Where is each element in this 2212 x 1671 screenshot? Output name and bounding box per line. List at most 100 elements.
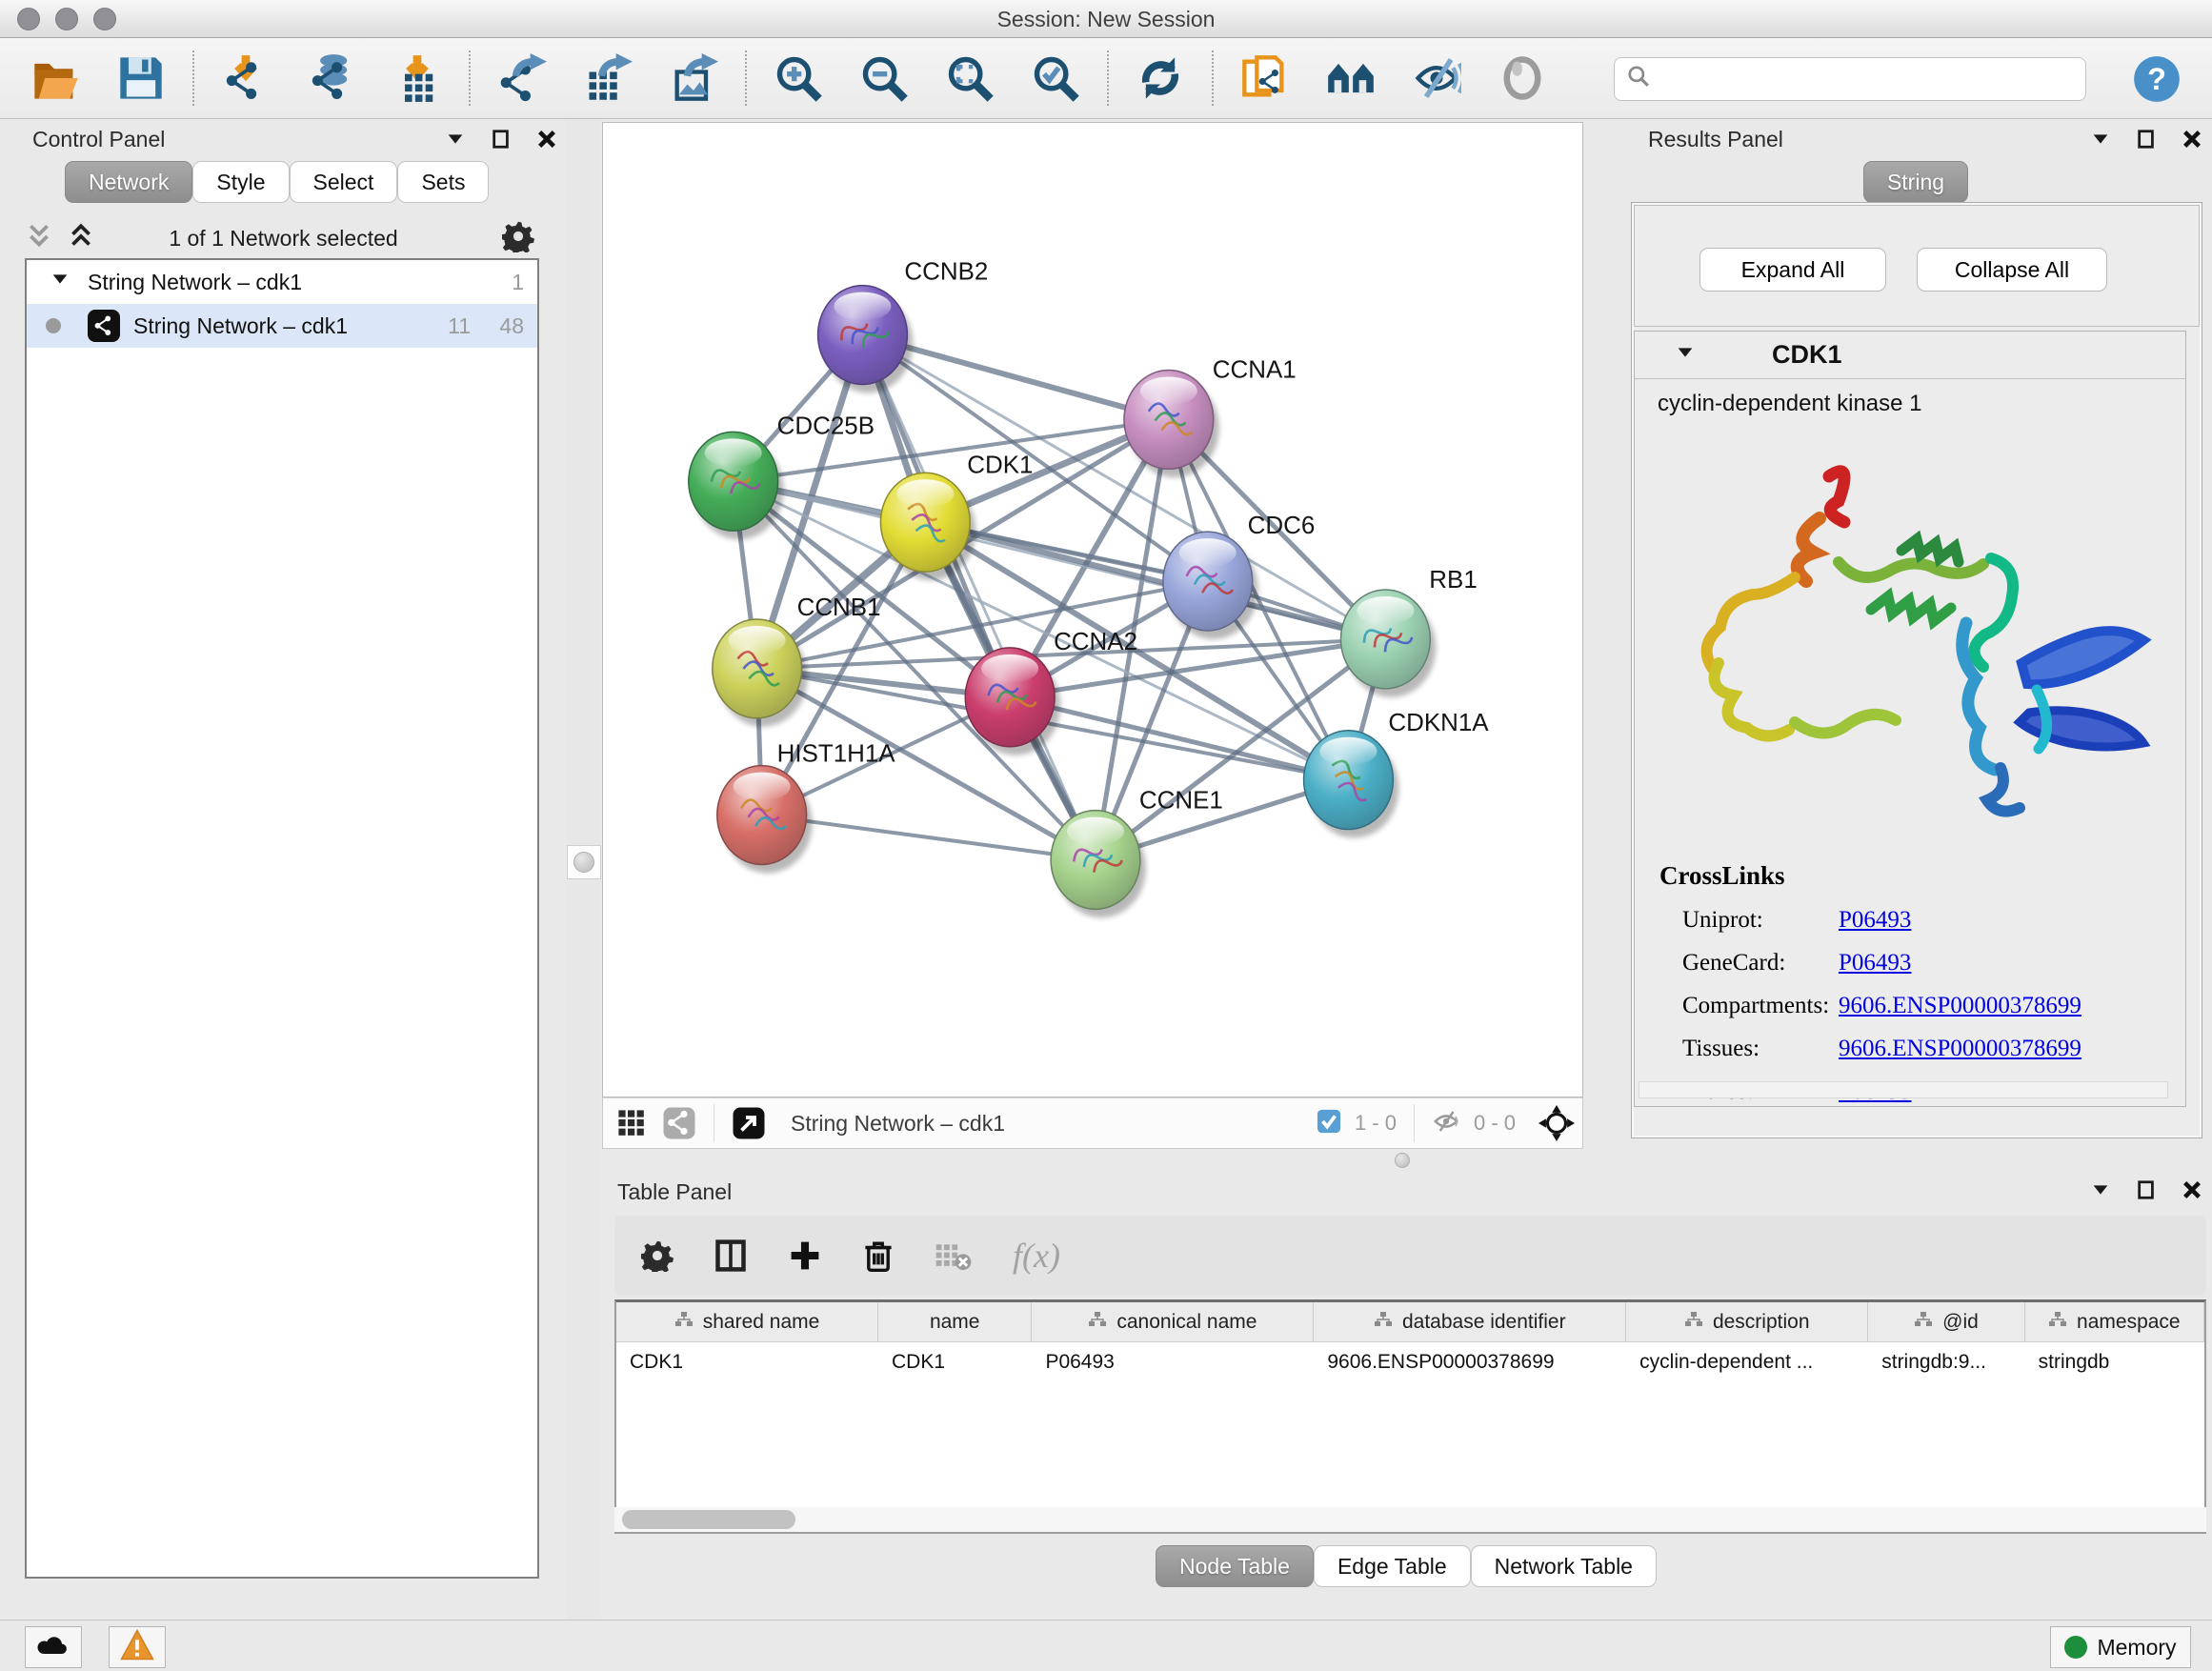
copy-network-icon[interactable] <box>1238 51 1292 105</box>
export-network-icon[interactable] <box>495 51 549 105</box>
horizontal-splitter[interactable] <box>600 1149 2212 1172</box>
crosslink-link[interactable]: P06493 <box>1839 950 1911 976</box>
network-node-CCNB1[interactable]: CCNB1 <box>713 594 881 727</box>
collapse-all-button[interactable]: Collapse All <box>1917 248 2107 292</box>
table-cell[interactable]: CDK1 <box>616 1342 878 1382</box>
search-box[interactable] <box>1614 57 2086 101</box>
column-header-description[interactable]: description <box>1626 1302 1868 1341</box>
table-cell[interactable]: 9606.ENSP00000378699 <box>1314 1342 1626 1382</box>
column-header-namespace[interactable]: namespace <box>2025 1302 2204 1341</box>
network-type-icon <box>662 1106 696 1140</box>
crosslink-link[interactable]: 9606.ENSP00000378699 <box>1839 1036 2081 1062</box>
zoom-selected-icon[interactable] <box>1029 51 1082 105</box>
table-gear-icon[interactable] <box>641 1239 674 1272</box>
network-node-RB1[interactable]: RB1 <box>1340 567 1477 697</box>
import-network-file-icon[interactable] <box>219 51 272 105</box>
tab-string[interactable]: String <box>1863 161 1968 203</box>
tab-network[interactable]: Network <box>65 161 192 203</box>
warning-icon <box>120 1629 154 1665</box>
zoom-in-icon[interactable] <box>772 51 825 105</box>
column-header-database-identifier[interactable]: database identifier <box>1314 1302 1626 1341</box>
show-columns-icon[interactable] <box>714 1238 748 1273</box>
export-image-icon[interactable] <box>667 51 720 105</box>
tab-sets[interactable]: Sets <box>397 161 489 203</box>
cloud-status-button[interactable] <box>25 1626 82 1668</box>
table-panel-menu-icon[interactable] <box>2090 1179 2111 1200</box>
gray-lens-icon[interactable] <box>1496 51 1549 105</box>
refresh-layout-icon[interactable] <box>1134 51 1187 105</box>
add-column-icon[interactable] <box>788 1238 822 1273</box>
results-panel-float-icon[interactable] <box>2136 129 2157 150</box>
column-header-canonical-name[interactable]: canonical name <box>1032 1302 1314 1341</box>
string-home-icon[interactable] <box>1324 51 1377 105</box>
left-splitter[interactable] <box>567 119 600 1671</box>
column-header--id[interactable]: @id <box>1868 1302 2024 1341</box>
delete-column-icon[interactable] <box>862 1239 895 1272</box>
table-cell[interactable]: stringdb <box>2025 1342 2204 1382</box>
tab-edge-table[interactable]: Edge Table <box>1314 1545 1471 1587</box>
toolbar-separator <box>1107 50 1109 106</box>
save-session-icon[interactable] <box>114 51 168 105</box>
table-cell[interactable]: cyclin-dependent ... <box>1626 1342 1868 1382</box>
network-node-HIST1H1A[interactable]: HIST1H1A <box>717 741 896 874</box>
import-table-file-icon[interactable] <box>391 51 444 105</box>
selected-checkbox-icon[interactable] <box>1317 1109 1341 1138</box>
results-panel-close-icon[interactable] <box>2182 129 2202 150</box>
tab-network-table[interactable]: Network Table <box>1471 1545 1657 1587</box>
crosslink-link[interactable]: 9606.ENSP00000378699 <box>1839 993 2081 1019</box>
network-node-CDC6[interactable]: CDC6 <box>1163 513 1315 639</box>
tab-style[interactable]: Style <box>192 161 289 203</box>
network-node-CDKN1A[interactable]: CDKN1A <box>1304 710 1490 838</box>
network-canvas[interactable]: CCNB2 CCNA1 CDC25B CDK1 CDC6 RB1 CCNB1 C… <box>602 122 1583 1097</box>
crosslink-row: Uniprot:P06493 <box>1659 907 2166 934</box>
column-header-name[interactable]: name <box>878 1302 1032 1341</box>
network-node-CCNB2[interactable]: CCNB2 <box>818 259 989 393</box>
node-count: 11 <box>448 313 471 339</box>
collection-expand-icon[interactable] <box>50 269 70 295</box>
export-table-icon[interactable] <box>581 51 634 105</box>
table-panel-close-icon[interactable] <box>2182 1179 2202 1200</box>
column-header-shared-name[interactable]: shared name <box>616 1302 878 1341</box>
network-node-CCNE1[interactable]: CCNE1 <box>1051 788 1223 918</box>
table-cell[interactable]: P06493 <box>1032 1342 1314 1382</box>
open-session-icon[interactable] <box>29 51 82 105</box>
warnings-button[interactable] <box>109 1626 166 1668</box>
network-edge[interactable] <box>862 335 1096 860</box>
protein-collapse-icon[interactable] <box>1675 342 1696 368</box>
tab-select[interactable]: Select <box>290 161 398 203</box>
crosslink-link[interactable]: P06493 <box>1839 907 1911 934</box>
network-row-selected[interactable]: String Network – cdk1 11 48 <box>27 304 537 348</box>
fit-selected-crosshair-icon[interactable] <box>1538 1105 1575 1141</box>
table-cell[interactable]: CDK1 <box>878 1342 1032 1382</box>
memory-button[interactable]: Memory <box>2050 1626 2191 1668</box>
zoom-fit-icon[interactable] <box>943 51 996 105</box>
import-network-database-icon[interactable] <box>305 51 358 105</box>
node-label: RB1 <box>1429 567 1477 594</box>
table-cell[interactable]: stringdb:9... <box>1868 1342 2024 1382</box>
table-hscrollbar[interactable] <box>614 1507 2206 1532</box>
network-options-gear-icon[interactable] <box>502 220 534 257</box>
help-button[interactable]: ? <box>2130 52 2183 106</box>
node-table[interactable]: shared namenamecanonical namedatabase id… <box>614 1299 2206 1534</box>
edge-count: 48 <box>499 313 524 339</box>
show-hide-glasses-icon[interactable] <box>1410 51 1463 105</box>
results-scroll-track[interactable] <box>1639 1081 2168 1098</box>
hidden-eye-icon[interactable] <box>1432 1107 1460 1140</box>
detach-view-icon[interactable] <box>732 1106 766 1140</box>
control-panel-menu-icon[interactable] <box>445 129 466 150</box>
tab-node-table[interactable]: Node Table <box>1156 1545 1314 1587</box>
table-panel-float-icon[interactable] <box>2136 1179 2157 1200</box>
control-panel-float-icon[interactable] <box>491 129 512 150</box>
search-input[interactable] <box>1659 67 2068 91</box>
birds-eye-view-icon[interactable] <box>616 1108 647 1138</box>
control-panel-close-icon[interactable] <box>536 129 557 150</box>
svg-text:?: ? <box>2147 61 2166 95</box>
expand-all-button[interactable]: Expand All <box>1699 248 1886 292</box>
column-type-icon <box>1684 1311 1703 1334</box>
protein-card-header[interactable]: CDK1 <box>1635 332 2185 379</box>
zoom-out-icon[interactable] <box>857 51 911 105</box>
table-row[interactable]: CDK1CDK1P064939606.ENSP00000378699cyclin… <box>616 1342 2204 1382</box>
results-panel-menu-icon[interactable] <box>2090 129 2111 150</box>
results-panel: Results Panel String Expand All Collapse… <box>1619 119 2212 1138</box>
network-collection-row[interactable]: String Network – cdk1 1 <box>27 260 537 304</box>
